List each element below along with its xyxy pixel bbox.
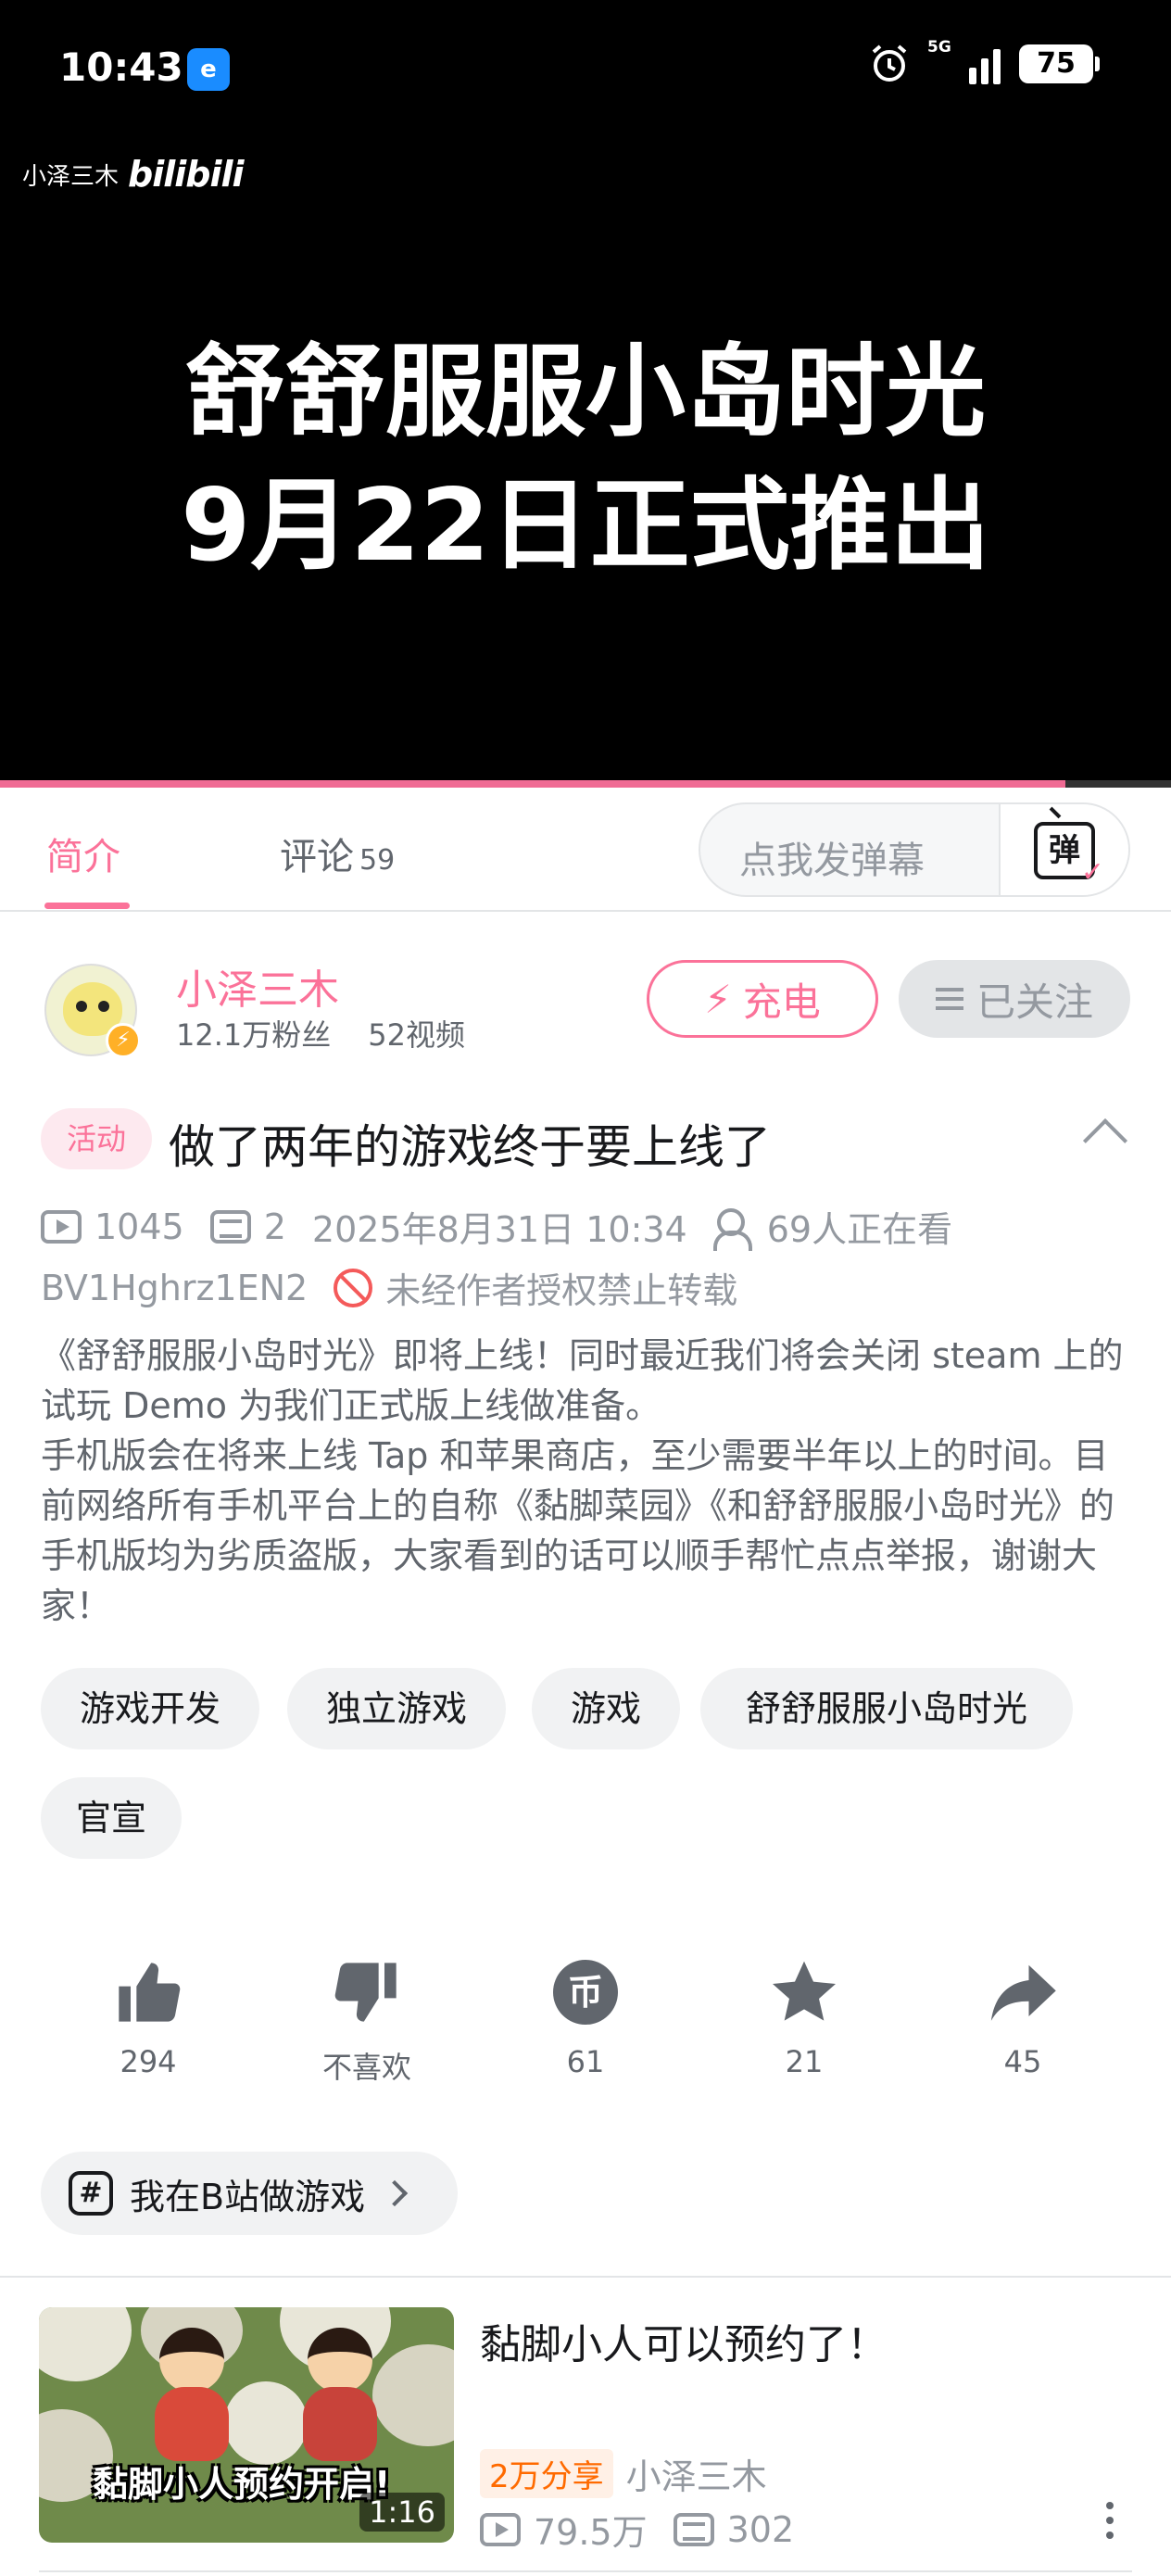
share-button[interactable]: 45 [949, 1955, 1097, 2079]
danmaku-count-icon [673, 2512, 714, 2546]
detail-tabs: 简介 评论 59 点我发弹幕 弹 [0, 788, 1171, 912]
dislike-button[interactable]: 不喜欢 [293, 1955, 441, 2087]
favorite-button[interactable]: 21 [730, 1955, 878, 2079]
character-illustration [150, 2328, 233, 2467]
related-author: 小泽三木 [625, 2456, 767, 2497]
bilibili-logo: bilibili [128, 154, 245, 195]
tab-active-indicator [44, 903, 130, 909]
tag-item[interactable]: 舒舒服服小岛时光 [700, 1668, 1073, 1749]
video-progress-fill [0, 780, 1066, 788]
no-repost-icon [334, 1268, 373, 1307]
related-danmaku: 302 [726, 2508, 795, 2550]
signal-icon: 5G [927, 38, 1001, 84]
watching-count: 69人正在看 [766, 1209, 953, 1250]
tab-intro[interactable]: 简介 [46, 827, 120, 880]
video-title: 做了两年的游戏终于要上线了 [169, 1120, 771, 1174]
comments-count: 59 [359, 844, 396, 877]
uploader-row: ⚡ 小泽三木 12.1万粉丝 52视频 ⚡ 充电 已关注 [0, 945, 1171, 1075]
danmaku-bar: 点我发弹幕 弹 [699, 802, 1130, 897]
tag-item[interactable]: 官宣 [41, 1777, 182, 1859]
video-stats: 1045 2 2025年8月31日 10:34 69人正在看 [41, 1201, 952, 1252]
like-button[interactable]: 294 [74, 1955, 222, 2079]
viewers-icon [712, 1207, 754, 1251]
fans-count: 12.1万粉丝 [176, 1017, 332, 1053]
topic-label: 我在B站做游戏 [130, 2176, 366, 2217]
related-plays: 79.5万 [534, 2512, 648, 2553]
video-description: 《舒舒服服小岛时光》即将上线！同时最近我们将会关闭 steam 上的试玩 Dem… [41, 1331, 1138, 1631]
alarm-icon [872, 44, 907, 82]
related-video-title: 黏脚小人可以预约了！ [480, 2321, 888, 2368]
section-divider [0, 2276, 1171, 2278]
play-count: 1045 [94, 1206, 184, 1247]
play-count-icon [480, 2512, 521, 2546]
video-count: 52视频 [368, 1017, 465, 1053]
bvid-row: BV1Hghrz1EN2 未经作者授权禁止转载 [41, 1262, 737, 1313]
topic-chip[interactable]: # 我在B站做游戏 [41, 2152, 458, 2235]
related-video-meta: 2万分享 小泽三木 [480, 2448, 767, 2499]
related-video-thumbnail[interactable]: 黏脚小人预约开启! 1:16 [39, 2307, 454, 2543]
lightning-icon: ⚡ [704, 976, 732, 1022]
coin-button[interactable]: 币 61 [511, 1955, 660, 2079]
status-indicators: 5G 75 [868, 38, 1100, 85]
share-arrow-icon [990, 1964, 1056, 2021]
activity-badge[interactable]: 活动 [41, 1108, 152, 1169]
video-watermark: 小泽三木 bilibili [22, 154, 245, 195]
copyright-notice: 未经作者授权禁止转载 [385, 1270, 738, 1311]
avatar[interactable]: ⚡ [44, 964, 141, 1058]
related-video-card[interactable]: 黏脚小人预约开启! 1:16 黏脚小人可以预约了！ 2万分享 小泽三木 79.5… [0, 2307, 1171, 2553]
uploader-name[interactable]: 小泽三木 [176, 956, 339, 1016]
video-overlay-title: 舒舒服服小岛时光 9月22日正式推出 [181, 335, 990, 584]
tag-item[interactable]: 独立游戏 [287, 1668, 506, 1749]
action-bar: 294 不喜欢 币 61 21 45 [0, 1955, 1171, 2103]
video-title-row: 活动 做了两年的游戏终于要上线了 [41, 1108, 1134, 1174]
publish-time: 2025年8月31日 10:34 [311, 1209, 687, 1250]
status-time: 10:43 [59, 44, 183, 90]
tag-item[interactable]: 游戏 [532, 1668, 680, 1749]
more-options-icon[interactable] [1106, 2502, 1115, 2541]
play-count-icon [41, 1209, 82, 1244]
chevron-right-icon [381, 2179, 409, 2207]
thumbnail-caption: 黏脚小人预约开启! [93, 2464, 391, 2505]
lightning-badge-icon: ⚡ [106, 1023, 141, 1058]
thumbs-up-icon [119, 1963, 181, 2022]
battery-icon: 75 [1019, 44, 1100, 83]
danmaku-input[interactable]: 点我发弹幕 [739, 830, 925, 884]
danmaku-toggle-button[interactable]: 弹 [999, 804, 1128, 895]
section-divider [39, 2570, 1132, 2572]
related-video-stats: 79.5万 302 [480, 2504, 794, 2555]
danmaku-icon: 弹 [1034, 822, 1104, 887]
danmaku-count: 2 [263, 1206, 286, 1247]
chevron-up-icon[interactable] [1082, 1118, 1128, 1164]
tag-item[interactable]: 游戏开发 [41, 1668, 259, 1749]
description-paragraph: 《舒舒服服小岛时光》即将上线！同时最近我们将会关闭 steam 上的试玩 Dem… [41, 1335, 1124, 1426]
danmaku-count-icon [209, 1209, 251, 1244]
bvid: BV1Hghrz1EN2 [41, 1267, 308, 1308]
description-paragraph: 手机版会在将来上线 Tap 和苹果商店，至少需要半年以上的时间。目前网络所有手机… [41, 1435, 1115, 1626]
menu-icon [935, 988, 963, 1010]
thumbs-down-icon [334, 1963, 397, 2022]
video-player[interactable]: 10:43 e 5G 75 小泽三木 bilibili 舒舒服服小岛时光 9月2… [0, 0, 1171, 786]
video-progress-bar[interactable] [0, 780, 1171, 788]
hashtag-icon: # [69, 2171, 113, 2216]
coin-icon: 币 [553, 1960, 618, 2025]
share-count-badge: 2万分享 [480, 2449, 613, 2498]
tab-comments[interactable]: 评论 59 [280, 827, 395, 880]
uploader-meta: 12.1万粉丝 52视频 [176, 1012, 465, 1054]
charge-button[interactable]: ⚡ 充电 [647, 960, 878, 1038]
follow-button[interactable]: 已关注 [899, 960, 1130, 1038]
star-icon [773, 1961, 836, 2021]
app-notification-icon: e [187, 48, 230, 91]
video-duration: 1:16 [359, 2493, 445, 2532]
character-illustration [298, 2328, 382, 2467]
